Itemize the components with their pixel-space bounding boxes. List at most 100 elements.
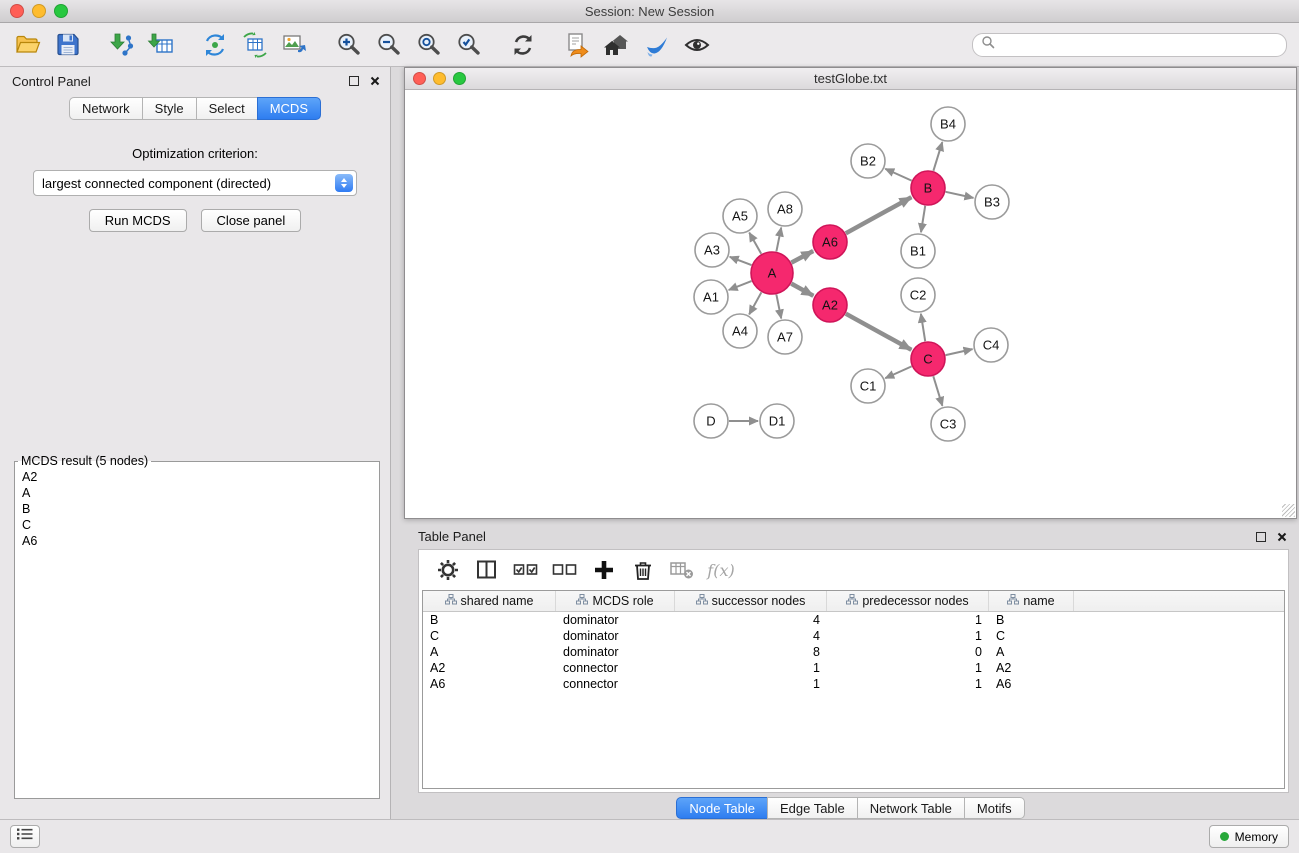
graph-edge-A-A3[interactable] [730, 257, 752, 265]
resize-grip[interactable] [1282, 504, 1295, 517]
mcds-result-item[interactable]: B [15, 501, 379, 517]
network-and-arrows-icon[interactable] [200, 30, 230, 60]
open-file-icon[interactable] [12, 30, 42, 60]
graph-node-A6[interactable]: A6 [813, 225, 847, 259]
mcds-result-item[interactable]: A [15, 485, 379, 501]
save-session-icon[interactable] [52, 30, 82, 60]
tab-network[interactable]: Network [69, 97, 143, 120]
graph-node-C3[interactable]: C3 [931, 407, 965, 441]
search-input[interactable] [1000, 37, 1278, 53]
column-header-name[interactable]: name [989, 591, 1074, 611]
graph-edge-C-C1[interactable] [885, 366, 911, 378]
import-network-file-icon[interactable] [106, 30, 136, 60]
graph-edge-A-A6[interactable] [791, 251, 813, 263]
graph-edge-C-C4[interactable] [946, 349, 973, 355]
network-close-button[interactable] [413, 72, 426, 85]
graph-edge-B-B4[interactable] [933, 142, 942, 171]
tab-select[interactable]: Select [196, 97, 258, 120]
graph-edge-A-A2[interactable] [791, 284, 813, 296]
close-panel-icon[interactable] [370, 76, 380, 86]
search-box[interactable] [972, 33, 1287, 57]
tab-edge-table[interactable]: Edge Table [767, 797, 858, 819]
graph-node-B2[interactable]: B2 [851, 144, 885, 178]
image-export-icon[interactable] [280, 30, 310, 60]
graph-edge-A-A8[interactable] [776, 228, 781, 252]
graph-edge-A6-B[interactable] [846, 197, 912, 233]
graph-node-A5[interactable]: A5 [723, 199, 757, 233]
show-panels-button[interactable] [10, 825, 40, 848]
zoom-out-icon[interactable] [374, 30, 404, 60]
close-window-button[interactable] [10, 4, 24, 18]
zoom-fit-icon[interactable] [414, 30, 444, 60]
graph-edge-A-A7[interactable] [776, 295, 781, 319]
graph-node-B[interactable]: B [911, 171, 945, 205]
memory-button[interactable]: Memory [1209, 825, 1289, 848]
table-and-arrows-icon[interactable] [240, 30, 270, 60]
table-row[interactable]: A6connector11A6 [423, 676, 1284, 692]
gear-icon[interactable] [433, 555, 463, 585]
graph-edge-C-C3[interactable] [933, 376, 942, 406]
graph-node-D1[interactable]: D1 [760, 404, 794, 438]
table-row[interactable]: Cdominator41C [423, 628, 1284, 644]
graph-edge-A2-C[interactable] [846, 314, 912, 350]
graph-edge-B-B1[interactable] [921, 206, 925, 232]
graph-node-A2[interactable]: A2 [813, 288, 847, 322]
graph-node-A3[interactable]: A3 [695, 233, 729, 267]
graph-node-B4[interactable]: B4 [931, 107, 965, 141]
graph-edge-C-C2[interactable] [921, 314, 925, 341]
tab-mcds[interactable]: MCDS [257, 97, 321, 120]
column-header-predecessor-nodes[interactable]: predecessor nodes [827, 591, 989, 611]
float-table-panel-icon[interactable] [1256, 532, 1266, 542]
eye-icon[interactable] [682, 30, 712, 60]
graph-node-D[interactable]: D [694, 404, 728, 438]
optimization-criterion-select[interactable]: largest connected component (directed) [33, 170, 357, 196]
graph-edge-A-A5[interactable] [749, 233, 761, 254]
graph-node-C[interactable]: C [911, 342, 945, 376]
select-all-checkboxes-icon[interactable] [511, 555, 541, 585]
delete-table-icon[interactable] [667, 555, 697, 585]
tab-motifs[interactable]: Motifs [964, 797, 1025, 819]
graph-node-A7[interactable]: A7 [768, 320, 802, 354]
tab-node-table[interactable]: Node Table [676, 797, 768, 819]
refresh-icon[interactable] [508, 30, 538, 60]
column-header-mcds-role[interactable]: MCDS role [556, 591, 675, 611]
graph-edge-B-B3[interactable] [946, 192, 974, 198]
table-row[interactable]: Adominator80A [423, 644, 1284, 660]
graph-edge-B-B2[interactable] [885, 169, 911, 181]
home-icon[interactable] [602, 30, 632, 60]
column-header-successor-nodes[interactable]: successor nodes [675, 591, 827, 611]
column-header-shared-name[interactable]: shared name [423, 591, 556, 611]
close-panel-button[interactable]: Close panel [201, 209, 302, 232]
close-table-panel-icon[interactable] [1277, 532, 1287, 542]
graph-edge-A-A1[interactable] [729, 281, 752, 290]
graph-node-B1[interactable]: B1 [901, 234, 935, 268]
graph-node-A4[interactable]: A4 [723, 314, 757, 348]
deselect-all-checkboxes-icon[interactable] [550, 555, 580, 585]
graph-node-A8[interactable]: A8 [768, 192, 802, 226]
graph-node-C2[interactable]: C2 [901, 278, 935, 312]
run-mcds-button[interactable]: Run MCDS [89, 209, 187, 232]
mcds-result-item[interactable]: A2 [15, 469, 379, 485]
column-visibility-icon[interactable] [472, 555, 502, 585]
network-minimize-button[interactable] [433, 72, 446, 85]
zoom-selected-icon[interactable] [454, 30, 484, 60]
tab-network-table[interactable]: Network Table [857, 797, 965, 819]
float-panel-icon[interactable] [349, 76, 359, 86]
delete-row-icon[interactable] [628, 555, 658, 585]
network-maximize-button[interactable] [453, 72, 466, 85]
tab-style[interactable]: Style [142, 97, 197, 120]
graph-node-A[interactable]: A [751, 252, 793, 294]
page-redirect-icon[interactable] [562, 30, 592, 60]
graph-node-A1[interactable]: A1 [694, 280, 728, 314]
graph-node-C1[interactable]: C1 [851, 369, 885, 403]
function-builder-icon[interactable]: f(x) [706, 555, 736, 585]
graph-edge-A-A4[interactable] [749, 292, 761, 314]
network-canvas[interactable]: B4 B2 B B3 A5 A8 A6 A3 A B1 A1 A2 C2 A4 A7 C4 C C1 D D1 C3 [405, 90, 1296, 518]
maximize-window-button[interactable] [54, 4, 68, 18]
table-row[interactable]: Bdominator41B [423, 612, 1284, 628]
mcds-result-item[interactable]: A6 [15, 533, 379, 549]
minimize-window-button[interactable] [32, 4, 46, 18]
graph-node-B3[interactable]: B3 [975, 185, 1009, 219]
mcds-result-item[interactable]: C [15, 517, 379, 533]
graph-node-C4[interactable]: C4 [974, 328, 1008, 362]
